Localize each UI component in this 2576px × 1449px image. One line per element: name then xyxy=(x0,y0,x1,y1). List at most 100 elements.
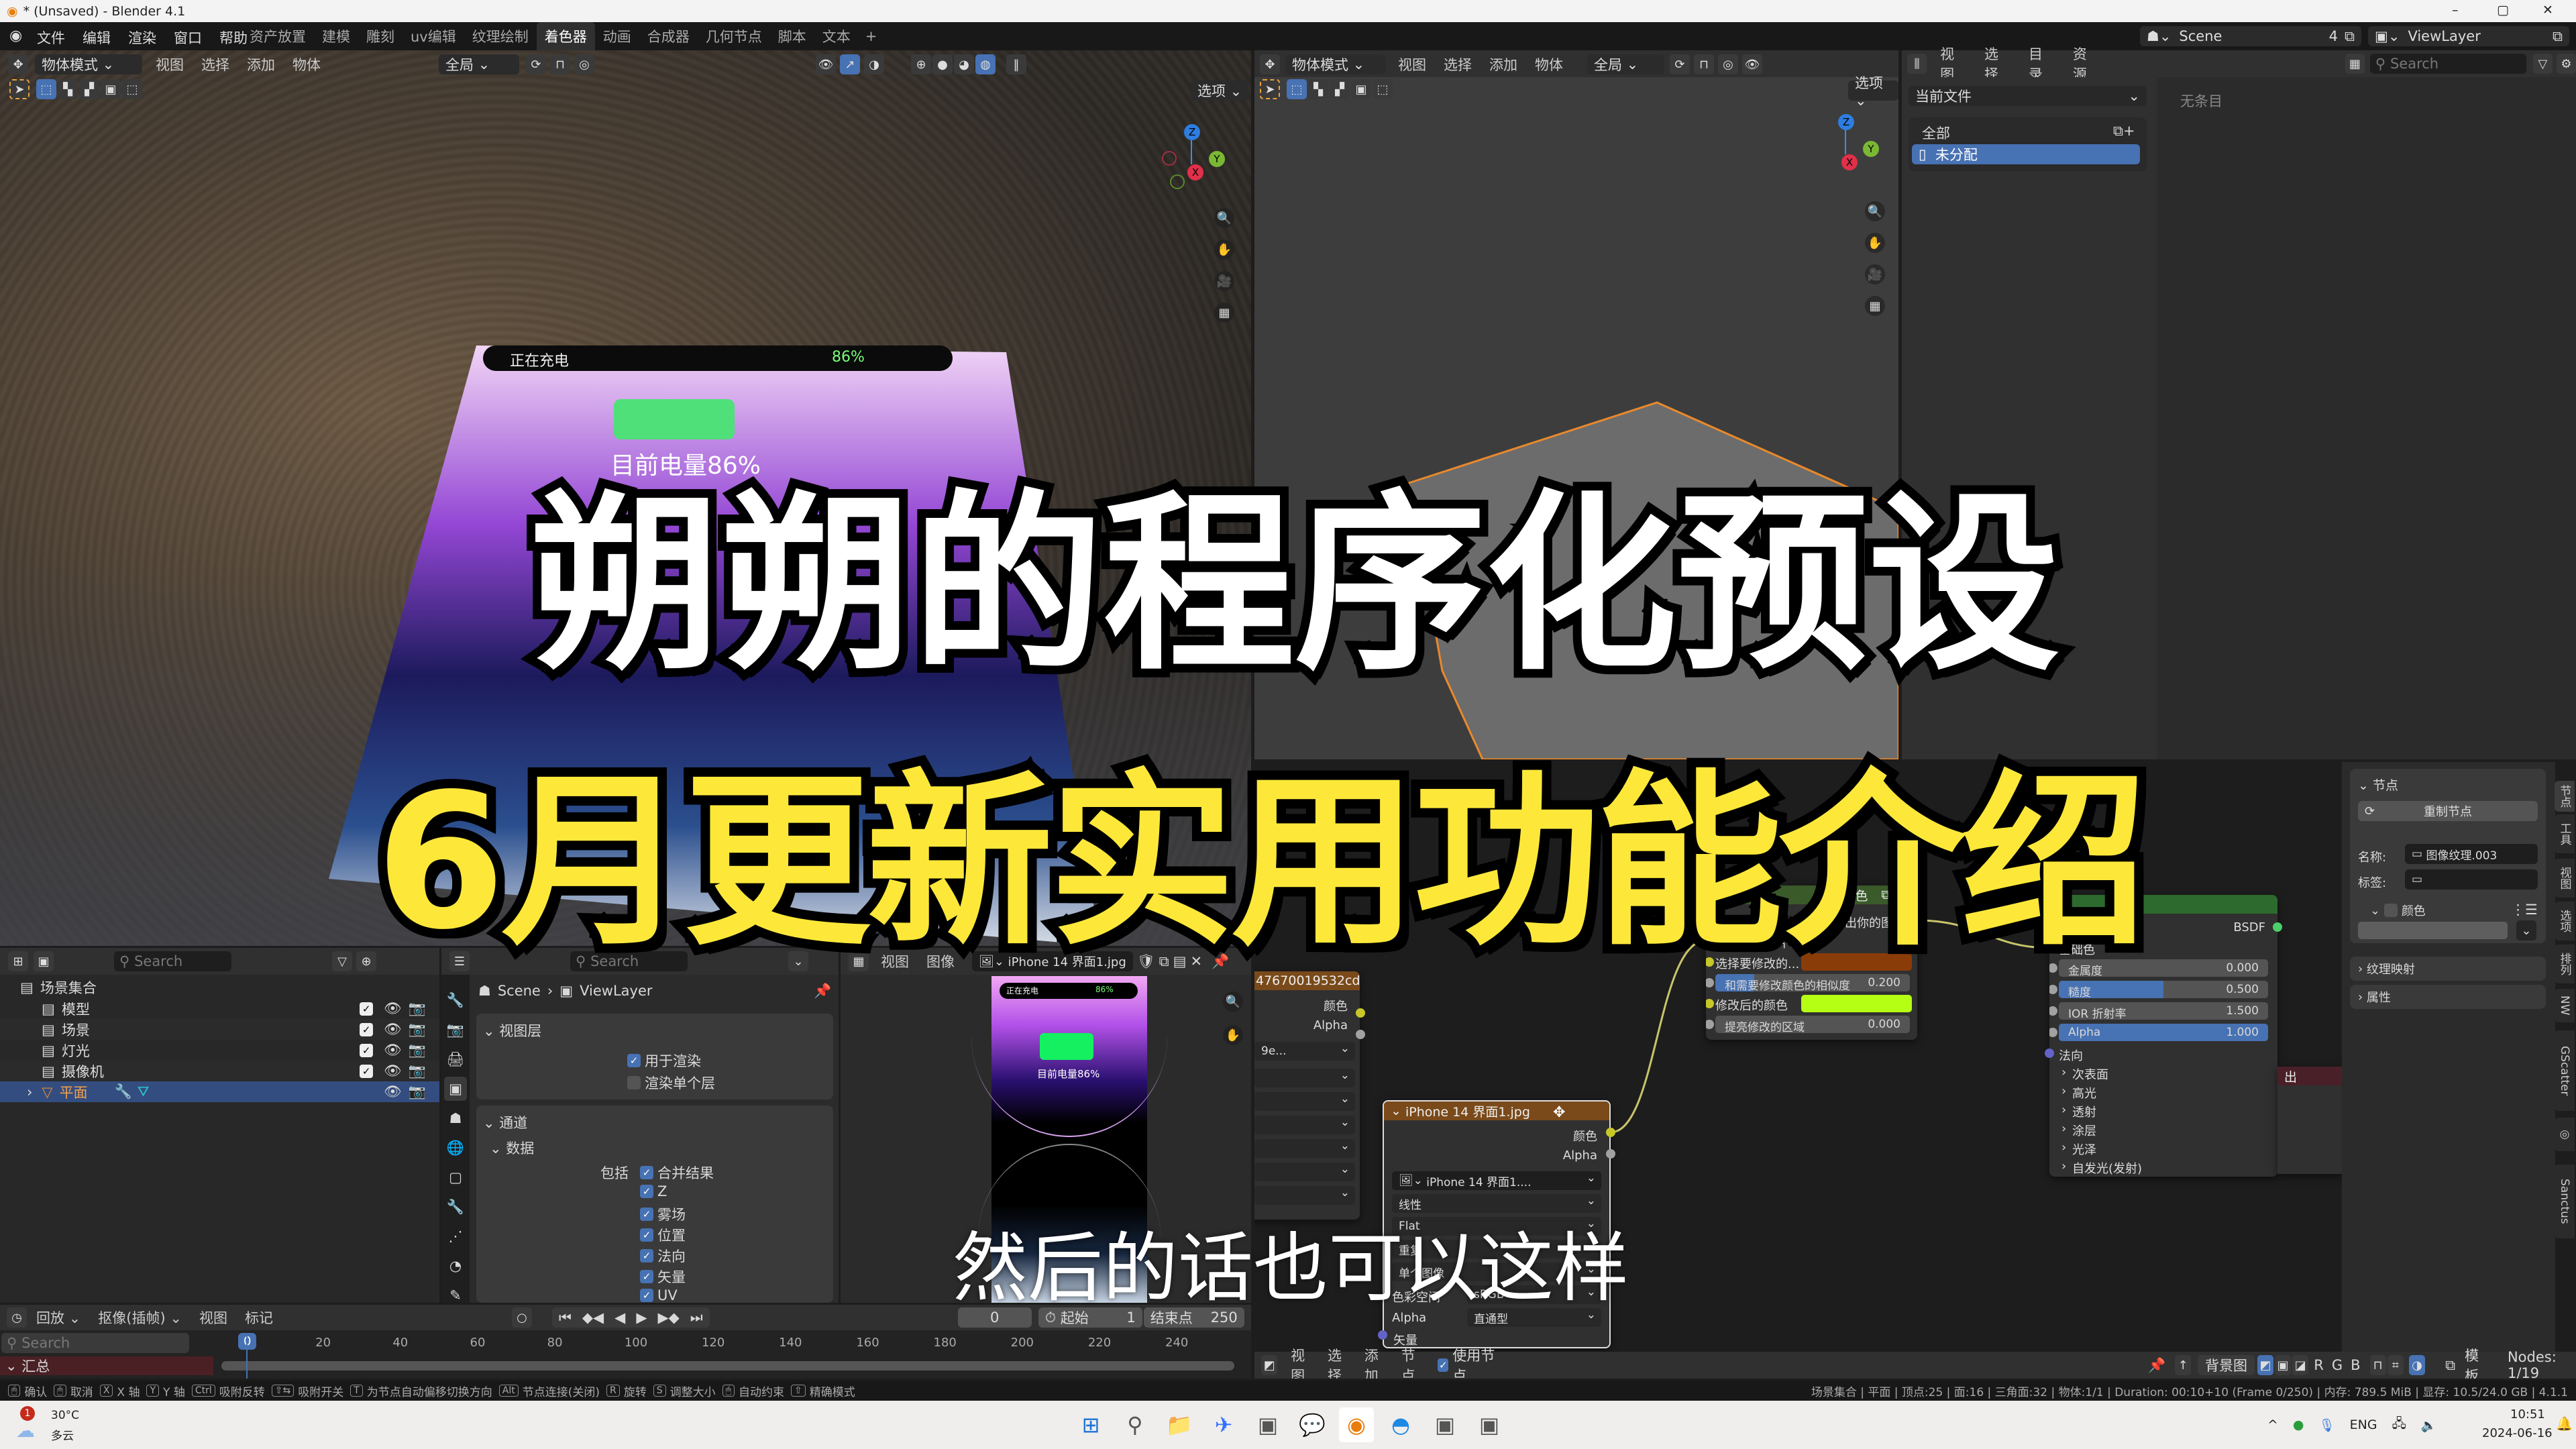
view-layer-tab-icon[interactable]: ▣ xyxy=(444,1077,467,1101)
editor-type-icon[interactable]: ⫼ xyxy=(1907,54,1927,74)
node-color-swatch[interactable] xyxy=(2358,922,2508,939)
socket-color[interactable] xyxy=(1606,1128,1615,1137)
zoom-icon[interactable]: 🔍 xyxy=(1223,991,1243,1012)
camera-render-icon[interactable]: 📷 xyxy=(409,1000,426,1017)
node-slider[interactable]: 提亮修改的区域 0.000 xyxy=(1715,1016,1910,1033)
taskbar-file-explorer-icon[interactable]: 📁 xyxy=(1162,1407,1197,1442)
catalog-unassigned[interactable]: ▯ 未分配 xyxy=(1912,144,2140,164)
scene-selector[interactable]: ☗⌄ Scene 4 ⧉ xyxy=(2140,26,2361,46)
menu-item[interactable]: 标记 xyxy=(245,1307,273,1328)
subpanel-toggle[interactable]: 次表面 xyxy=(2072,1065,2108,1083)
socket-alpha[interactable] xyxy=(1356,1030,1365,1039)
microphone-icon[interactable]: 🎙 xyxy=(2319,1417,2335,1433)
catalog-all[interactable]: 全部 xyxy=(1922,123,1950,143)
visibility-icon[interactable]: 👁 xyxy=(816,54,836,74)
snap-target-icon[interactable]: ⌗ xyxy=(2387,1355,2404,1375)
node-slider[interactable]: 糙度 0.500 xyxy=(2059,981,2268,998)
snap-icon[interactable]: ⊓ xyxy=(1694,54,1714,74)
timeline-scrollbar[interactable] xyxy=(221,1361,1234,1371)
menu-1[interactable]: 编辑 xyxy=(83,28,111,48)
select-extend-icon[interactable]: ▚ xyxy=(1308,79,1328,99)
pass-checkbox[interactable]: ✓ 合并结果 xyxy=(640,1163,714,1183)
play-icon[interactable]: ▶ xyxy=(636,1309,647,1326)
socket-color[interactable] xyxy=(1356,1008,1365,1018)
jump-start-icon[interactable]: ⏮ xyxy=(559,1309,572,1326)
sidebar-tab[interactable]: GScatter xyxy=(2555,1030,2575,1111)
modifier-tab-icon[interactable]: 🔧 xyxy=(444,1195,467,1219)
pass-checkbox[interactable]: ✓ Z xyxy=(640,1183,667,1199)
mode-dropdown[interactable]: 物体模式 ⌄ xyxy=(35,54,142,74)
taskbar-wechat-icon[interactable]: 💬 xyxy=(1295,1407,1330,1442)
transform-orientation-dropdown[interactable]: 全局 ⌄ xyxy=(1587,54,1664,74)
socket-bsdf[interactable] xyxy=(2273,922,2282,932)
node-slider[interactable]: IOR 折射率 1.500 xyxy=(2059,1002,2268,1020)
workspace-tab[interactable]: 资产放置 xyxy=(241,22,314,50)
perspective-grid-icon[interactable]: ▦ xyxy=(1865,296,1885,316)
camera-render-icon[interactable]: 📷 xyxy=(409,1083,426,1100)
menu-0[interactable]: 文件 xyxy=(37,28,65,48)
clock-date[interactable]: 2024-06-16 xyxy=(2482,1426,2553,1440)
settings-gear-icon[interactable]: ⚙ xyxy=(2556,54,2576,74)
workspace-tab[interactable]: 着色器 xyxy=(536,22,595,50)
select-subtract-icon[interactable]: ▞ xyxy=(79,79,99,99)
new-catalog-icon[interactable]: ⧉+ xyxy=(2113,123,2135,140)
use-for-render-checkbox[interactable]: ✓ 用于渲染 xyxy=(627,1051,701,1071)
menu-item[interactable]: 视图 xyxy=(1398,54,1426,74)
taskbar-start-icon[interactable]: ⊞ xyxy=(1073,1407,1108,1442)
expand-arrow-icon[interactable]: › xyxy=(27,1084,32,1100)
show-hidden-icons-icon[interactable]: ^ xyxy=(2267,1417,2278,1432)
socket-alpha[interactable] xyxy=(1606,1149,1615,1159)
sidebar-tab[interactable]: 视图 xyxy=(2555,859,2575,898)
pause-render-icon[interactable]: ‖ xyxy=(1006,54,1026,74)
camera-view-icon[interactable]: 🎥 xyxy=(1865,264,1885,284)
channel-g[interactable]: G xyxy=(2332,1357,2343,1373)
gizmo-x-axis[interactable]: X xyxy=(1187,164,1203,180)
wireframe-shading-icon[interactable]: ⊕ xyxy=(911,54,931,74)
next-keyframe-icon[interactable]: ▶◆ xyxy=(657,1309,679,1326)
duplicate-viewlayer-icon[interactable]: ⧉ xyxy=(2553,28,2563,45)
editor-type-icon[interactable]: ⊞ xyxy=(8,951,28,971)
exclude-checkbox[interactable]: ✓ xyxy=(360,1043,374,1057)
zoom-icon[interactable]: 🔍 xyxy=(1214,208,1234,228)
channel-b[interactable]: B xyxy=(2351,1357,2360,1373)
new-collection-icon[interactable]: ⊕ xyxy=(356,951,376,971)
menu-item[interactable]: 添加 xyxy=(1489,54,1517,74)
play-reverse-icon[interactable]: ◀ xyxy=(614,1309,625,1326)
subpanel-header[interactable]: ⌄ 数据 xyxy=(490,1138,534,1158)
gizmo-y-axis[interactable]: Y xyxy=(1863,141,1879,157)
auto-keying-icon[interactable]: ○ xyxy=(511,1307,532,1328)
output-tab-icon[interactable]: 🖨 xyxy=(444,1047,467,1071)
subpanel-toggle[interactable]: 涂层 xyxy=(2072,1122,2096,1139)
color-dropdown-icon[interactable]: ⌄ xyxy=(2516,920,2536,941)
overlay-toggle-icon[interactable]: ◑ xyxy=(2408,1355,2426,1375)
sidebar-tab[interactable]: 排列 xyxy=(2555,945,2575,983)
workspace-tab[interactable]: uv编辑 xyxy=(402,22,464,50)
menu-item[interactable]: 视图 xyxy=(199,1307,227,1328)
workspace-tab[interactable]: 动画 xyxy=(595,22,639,50)
node-slider[interactable]: Alpha 1.000 xyxy=(2059,1024,2268,1041)
node-dropdown[interactable] xyxy=(1254,1069,1355,1087)
select-intersect-icon[interactable]: ⬚ xyxy=(1373,79,1393,99)
sidebar-tab[interactable]: Sanctus xyxy=(2555,1165,2575,1238)
input-language[interactable]: ENG xyxy=(2350,1417,2377,1432)
notification-bell-icon[interactable]: 🔔 xyxy=(2556,1415,2573,1432)
duplicate-scene-icon[interactable]: ⧉ xyxy=(2345,28,2355,45)
image-texture-node-partial[interactable]: 47670019532cdc4... 颜色 Alpha 9e... xyxy=(1254,971,1360,1220)
menu-item[interactable]: 视图 xyxy=(1291,1345,1310,1379)
workspace-tab[interactable]: 几何节点 xyxy=(698,22,770,50)
pivot-icon[interactable]: ⟳ xyxy=(1670,54,1690,74)
pass-checkbox[interactable]: ✓ 位置 xyxy=(640,1225,686,1245)
editor-type-icon[interactable]: ✥ xyxy=(1260,54,1280,74)
taskbar-feishu-icon[interactable]: ✈ xyxy=(1206,1407,1241,1442)
menu-item[interactable]: 物体 xyxy=(292,54,321,74)
reset-node-button[interactable]: ⟳ 重制节点 xyxy=(2358,801,2538,821)
transform-orientation-dropdown[interactable]: 全局 ⌄ xyxy=(439,54,519,74)
display-mode-icon[interactable]: ▦ xyxy=(2345,54,2365,74)
close-button[interactable]: ✕ xyxy=(2542,3,2553,17)
eye-icon[interactable]: 👁 xyxy=(384,1021,402,1038)
input-socket[interactable] xyxy=(2049,1006,2057,1016)
navigation-gizmo[interactable]: Z Y X xyxy=(1147,124,1228,205)
filter-icon[interactable]: ▽ xyxy=(2532,54,2553,74)
select-invert-icon[interactable]: ▣ xyxy=(1351,79,1371,99)
parent-node-tree-icon[interactable]: ↑ xyxy=(2175,1355,2192,1375)
